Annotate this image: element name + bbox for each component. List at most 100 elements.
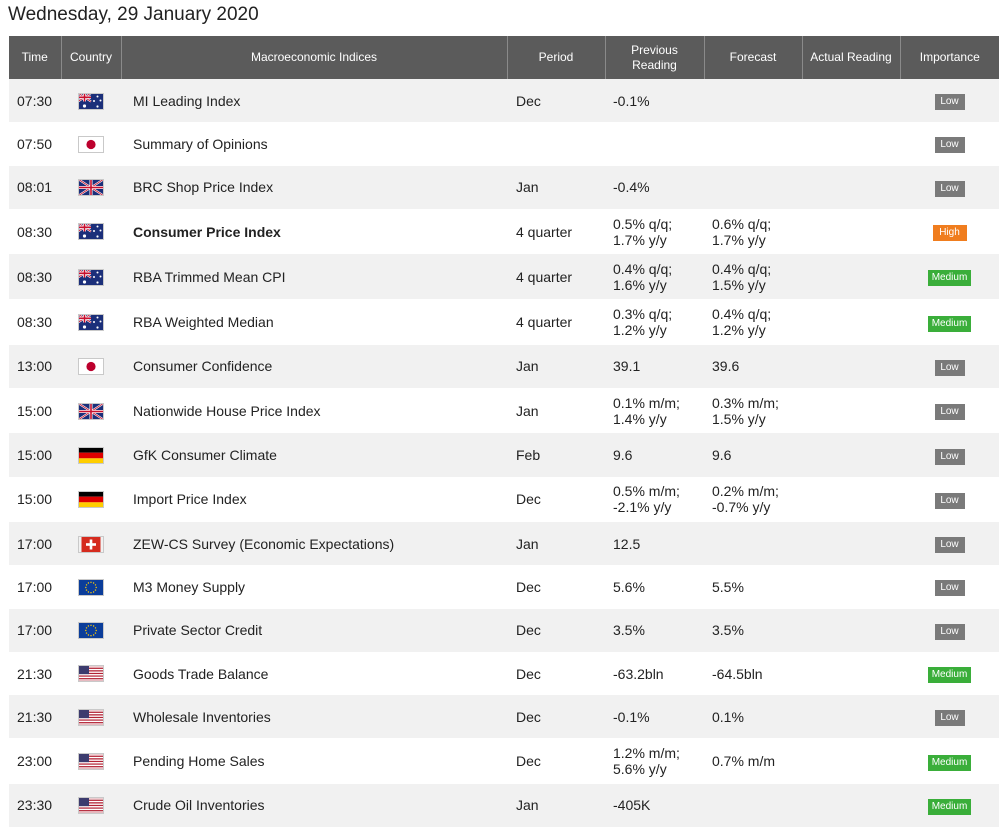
forecast-cell: 9.6 xyxy=(704,433,802,476)
country-cell xyxy=(61,122,121,165)
forecast-line: 1.2% y/y xyxy=(712,322,766,339)
table-row[interactable]: 15:00 Import Price Index Dec 0.5% m/m; -2… xyxy=(9,476,999,522)
importance-cell: High xyxy=(900,209,999,254)
indicator-name[interactable]: MI Leading Index xyxy=(121,79,507,122)
importance-badge: Medium xyxy=(927,798,972,815)
table-row[interactable]: 23:30 Crude Oil Inventories Jan -405K Me… xyxy=(9,783,999,828)
period-cell: 4 quarter xyxy=(516,268,573,285)
indicator-name[interactable]: Goods Trade Balance xyxy=(121,652,507,695)
forecast-cell xyxy=(704,522,802,565)
indicator-name[interactable]: RBA Weighted Median xyxy=(121,299,507,344)
forecast-line: 5.5% xyxy=(712,578,744,595)
period-cell: Feb xyxy=(516,447,541,464)
indicator-name[interactable]: Pending Home Sales xyxy=(121,738,507,783)
forecast-cell: 3.5% xyxy=(704,609,802,652)
australia-flag-icon xyxy=(78,268,104,286)
table-row[interactable]: 17:00 Private Sector Credit Dec 3.5% 3.5… xyxy=(9,608,999,652)
period-cell: Jan xyxy=(516,358,539,375)
forecast-line: 0.6% q/q; xyxy=(712,215,772,232)
previous-reading-line: -0.1% xyxy=(613,92,650,109)
period-cell: Dec xyxy=(516,753,541,770)
time-cell: 15:00 xyxy=(17,402,53,419)
table-row[interactable]: 08:30 Consumer Price Index 4 quarter 0.5… xyxy=(9,208,999,255)
actual-reading-cell xyxy=(802,299,900,344)
previous-reading-cell: 0.3% q/q; 1.2% y/y xyxy=(605,299,704,344)
column-header-actual[interactable]: Actual Reading xyxy=(802,36,901,79)
period-cell: Dec xyxy=(516,622,541,639)
column-header-country[interactable]: Country xyxy=(61,36,122,79)
indicator-name[interactable]: Private Sector Credit xyxy=(121,609,507,652)
time-cell: 17:00 xyxy=(17,578,53,595)
importance-badge: Low xyxy=(934,359,965,376)
forecast-cell: 0.2% m/m; -0.7% y/y xyxy=(704,477,802,522)
forecast-cell: 0.1% xyxy=(704,695,802,738)
table-row[interactable]: 17:00 ZEW-CS Survey (Economic Expectatio… xyxy=(9,521,999,566)
importance-cell: Medium xyxy=(900,254,999,299)
period-cell xyxy=(507,122,605,165)
importance-badge: Low xyxy=(934,404,965,421)
importance-cell: Medium xyxy=(900,738,999,783)
table-row[interactable]: 07:30 MI Leading Index Dec -0.1% Low xyxy=(9,79,999,123)
country-cell xyxy=(61,738,121,783)
indicator-name[interactable]: Consumer Confidence xyxy=(121,345,507,388)
table-row[interactable]: 23:00 Pending Home Sales Dec 1.2% m/m; 5.… xyxy=(9,738,999,784)
table-row[interactable]: 08:01 BRC Shop Price Index Jan -0.4% Low xyxy=(9,165,999,209)
indicator-name[interactable]: Import Price Index xyxy=(121,477,507,522)
table-row[interactable]: 08:30 RBA Weighted Median 4 quarter 0.3%… xyxy=(9,299,999,345)
column-header-period[interactable]: Period xyxy=(507,36,606,79)
uk-flag-icon xyxy=(78,402,104,420)
actual-reading-cell xyxy=(802,209,900,254)
indicator-name[interactable]: Summary of Opinions xyxy=(121,122,507,165)
country-cell xyxy=(61,299,121,344)
previous-reading-cell: -405K xyxy=(605,784,704,827)
indicator-name[interactable]: BRC Shop Price Index xyxy=(121,166,507,209)
indicator-name[interactable]: M3 Money Supply xyxy=(121,565,507,608)
table-row[interactable]: 07:50 Summary of Opinions Low xyxy=(9,122,999,166)
table-row[interactable]: 15:00 GfK Consumer Climate Feb 9.6 9.6 L… xyxy=(9,433,999,477)
previous-reading-cell: 3.5% xyxy=(605,609,704,652)
period-cell: Dec xyxy=(516,491,541,508)
time-cell: 23:30 xyxy=(17,797,53,814)
forecast-line: -64.5bln xyxy=(712,665,763,682)
forecast-cell: 0.3% m/m; 1.5% y/y xyxy=(704,388,802,433)
previous-reading-line: 1.7% y/y xyxy=(613,231,667,248)
indicator-name[interactable]: ZEW-CS Survey (Economic Expectations) xyxy=(121,522,507,565)
forecast-cell xyxy=(704,79,802,122)
indicator-name[interactable]: RBA Trimmed Mean CPI xyxy=(121,254,507,299)
actual-reading-cell xyxy=(802,609,900,652)
australia-flag-icon xyxy=(78,314,104,332)
indicator-name[interactable]: Nationwide House Price Index xyxy=(121,388,507,433)
importance-badge: Low xyxy=(934,537,965,554)
column-header-indices[interactable]: Macroeconomic Indices xyxy=(121,36,508,79)
indicator-name[interactable]: GfK Consumer Climate xyxy=(121,433,507,476)
time-cell: 08:30 xyxy=(17,268,53,285)
forecast-line: 0.2% m/m; xyxy=(712,483,779,500)
time-cell: 17:00 xyxy=(17,622,53,639)
importance-badge: Low xyxy=(934,623,965,640)
actual-reading-cell xyxy=(802,565,900,608)
importance-cell: Low xyxy=(900,565,999,608)
importance-badge: Low xyxy=(934,94,965,111)
table-row[interactable]: 17:00 M3 Money Supply Dec 5.6% 5.5% Low xyxy=(9,565,999,609)
table-row[interactable]: 13:00 Consumer Confidence Jan 39.1 39.6 … xyxy=(9,344,999,389)
previous-reading-cell: 0.4% q/q; 1.6% y/y xyxy=(605,254,704,299)
actual-reading-cell xyxy=(802,254,900,299)
column-header-previous[interactable]: Previous Reading xyxy=(605,36,705,79)
table-row[interactable]: 15:00 Nationwide House Price Index Jan 0… xyxy=(9,388,999,434)
forecast-line: 0.4% q/q; xyxy=(712,260,772,277)
eu-flag-icon xyxy=(78,622,104,640)
column-header-importance[interactable]: Importance xyxy=(900,36,999,79)
period-cell: 4 quarter xyxy=(516,314,573,331)
actual-reading-cell xyxy=(802,652,900,695)
previous-reading-cell xyxy=(605,122,704,165)
indicator-name[interactable]: Consumer Price Index xyxy=(121,209,507,254)
table-row[interactable]: 21:30 Goods Trade Balance Dec -63.2bln -… xyxy=(9,651,999,696)
period-cell: Jan xyxy=(516,179,539,196)
column-header-time[interactable]: Time xyxy=(9,36,62,79)
table-row[interactable]: 08:30 RBA Trimmed Mean CPI 4 quarter 0.4… xyxy=(9,254,999,300)
table-row[interactable]: 21:30 Wholesale Inventories Dec -0.1% 0.… xyxy=(9,695,999,739)
importance-badge: Low xyxy=(934,492,965,509)
indicator-name[interactable]: Wholesale Inventories xyxy=(121,695,507,738)
column-header-forecast[interactable]: Forecast xyxy=(704,36,803,79)
indicator-name[interactable]: Crude Oil Inventories xyxy=(121,784,507,827)
